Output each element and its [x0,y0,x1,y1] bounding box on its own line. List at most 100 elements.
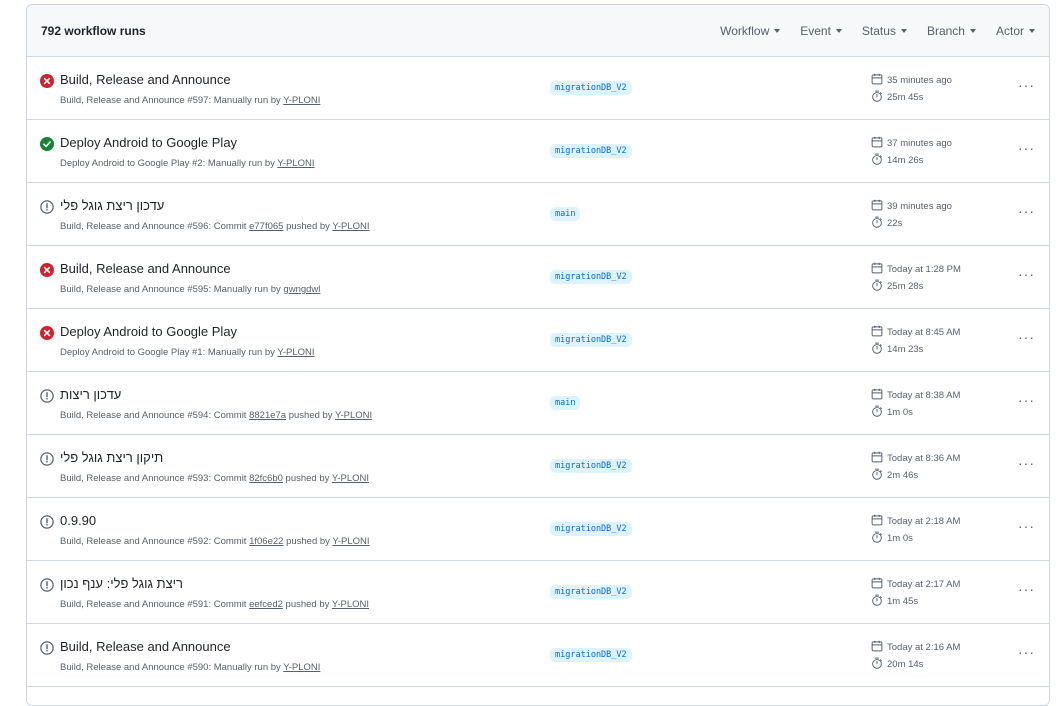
run-title-link[interactable]: Build, Release and Announce [60,72,231,87]
alert-circle-icon [40,452,54,466]
commit-link[interactable]: 82fc6b0 [249,473,283,484]
run-trigger: Manually run by [213,284,281,295]
run-row[interactable]: Deploy Android to Google Play Deploy And… [27,120,1049,183]
run-trigger: Commit [213,536,247,547]
run-time: 37 minutes ago [887,138,952,149]
branch-label[interactable]: migrationDB_V2 [550,333,632,347]
actor-link[interactable]: Y-PLONI [277,158,314,169]
kebab-menu-icon[interactable]: ··· [1018,78,1035,92]
run-title-link[interactable]: Build, Release and Announce [60,639,231,654]
actor-link[interactable]: Y-PLONI [332,221,369,232]
run-duration: 1m 0s [887,407,913,418]
branch-label[interactable]: migrationDB_V2 [550,522,632,536]
run-row[interactable]: Deploy Android to Google Play Deploy And… [27,309,1049,372]
run-title-link[interactable]: Deploy Android to Google Play [60,135,237,150]
run-title-link[interactable]: Build, Release and Announce [60,261,231,276]
calendar-icon [871,199,883,214]
kebab-menu-icon[interactable]: ··· [1018,645,1035,659]
branch-label[interactable]: migrationDB_V2 [550,648,632,662]
kebab-menu-icon[interactable]: ··· [1018,582,1035,596]
kebab-menu-icon[interactable]: ··· [1018,456,1035,470]
actor-link[interactable]: Y-PLONI [335,410,372,421]
commit-link[interactable]: 8821e7a [249,410,286,421]
run-row[interactable]: עדכון ריצות Build, Release and Announce … [27,372,1049,435]
run-trigger: Commit [213,599,247,610]
kebab-menu-icon[interactable]: ··· [1018,204,1035,218]
run-duration: 14m 26s [887,155,924,166]
calendar-icon [871,577,883,592]
run-row[interactable]: עדכון ריצת גוגל פלי Build, Release and A… [27,183,1049,246]
stopwatch-icon [871,657,883,672]
run-subtitle: Build, Release and Announce #591: Commit… [60,599,369,610]
commit-link[interactable]: eefced2 [249,599,283,610]
branch-label[interactable]: migrationDB_V2 [550,459,632,473]
run-meta: Today at 2:17 AM 1m 45s [871,576,960,610]
filter-event[interactable]: Event [800,24,842,38]
stopwatch-icon [871,279,883,294]
run-row[interactable]: ריצת גוגל פלי: ענף נכון Build, Release a… [27,561,1049,624]
actor-link[interactable]: Y-PLONI [277,347,314,358]
run-duration: 1m 45s [887,596,919,607]
run-meta: Today at 2:18 AM 1m 0s [871,513,960,547]
run-title-link[interactable]: עדכון ריצות [60,387,121,402]
runs-list: Build, Release and Announce Build, Relea… [27,57,1049,687]
run-time: Today at 1:28 PM [887,264,961,275]
run-title-link[interactable]: 0.9.90 [60,513,96,528]
actor-link[interactable]: Y-PLONI [332,536,369,547]
actor-link[interactable]: Y-PLONI [283,95,320,106]
commit-link[interactable]: 1f06e22 [249,536,283,547]
run-title-link[interactable]: Deploy Android to Google Play [60,324,237,339]
run-workflow-name: Build, Release and Announce #594 [60,410,209,421]
run-subtitle: Build, Release and Announce #593: Commit… [60,473,369,484]
actor-link[interactable]: gwngdwl [283,284,320,295]
run-time: Today at 8:38 AM [887,390,961,401]
check-circle-icon [40,137,54,151]
run-row[interactable]: 0.9.90 Build, Release and Announce #592:… [27,498,1049,561]
calendar-icon [871,514,883,529]
calendar-icon [871,136,883,151]
run-duration: 22s [887,218,903,229]
run-row[interactable]: Build, Release and Announce Build, Relea… [27,57,1049,120]
filter-workflow[interactable]: Workflow [720,24,781,38]
alert-circle-icon [40,641,54,655]
kebab-menu-icon[interactable]: ··· [1018,267,1035,281]
branch-label[interactable]: main [550,207,581,221]
kebab-menu-icon[interactable]: ··· [1018,519,1035,533]
filter-branch[interactable]: Branch [927,24,976,38]
run-title-link[interactable]: ריצת גוגל פלי: ענף נכון [60,576,183,591]
branch-label[interactable]: migrationDB_V2 [550,270,632,284]
kebab-menu-icon[interactable]: ··· [1018,330,1035,344]
run-title-link[interactable]: עדכון ריצת גוגל פלי [60,198,164,213]
run-workflow-name: Build, Release and Announce #593 [60,473,209,484]
calendar-icon [871,325,883,340]
commit-link[interactable]: e77f065 [249,221,283,232]
run-meta: 39 minutes ago 22s [871,198,952,232]
branch-label[interactable]: migrationDB_V2 [550,81,632,95]
branch-label[interactable]: migrationDB_V2 [550,144,632,158]
actor-link[interactable]: Y-PLONI [332,473,369,484]
caret-down-icon [969,29,976,33]
runs-count: 792 workflow runs [41,23,146,38]
stopwatch-icon [871,531,883,546]
filter-actor[interactable]: Actor [996,24,1035,38]
branch-label[interactable]: main [550,396,581,410]
run-row[interactable]: Build, Release and Announce Build, Relea… [27,246,1049,309]
actor-link[interactable]: Y-PLONI [283,662,320,673]
run-workflow-name: Deploy Android to Google Play #2 [60,158,203,169]
run-title-link[interactable]: תיקון ריצת גוגל פלי [60,450,163,465]
filter-status[interactable]: Status [862,24,907,38]
actor-link[interactable]: Y-PLONI [332,599,369,610]
run-trigger: Commit [213,221,247,232]
run-trigger: Commit [213,473,247,484]
run-row[interactable]: תיקון ריצת גוגל פלי Build, Release and A… [27,435,1049,498]
filter-label: Actor [995,23,1024,38]
run-workflow-name: Build, Release and Announce #591 [60,599,209,610]
kebab-menu-icon[interactable]: ··· [1018,393,1035,407]
run-meta: 37 minutes ago 14m 26s [871,135,952,169]
run-time: Today at 2:18 AM [887,516,961,527]
run-row[interactable]: Build, Release and Announce Build, Relea… [27,624,1049,687]
kebab-menu-icon[interactable]: ··· [1018,141,1035,155]
branch-label[interactable]: migrationDB_V2 [550,585,632,599]
run-duration: 25m 45s [887,92,924,103]
run-meta: Today at 1:28 PM 25m 28s [871,261,961,295]
